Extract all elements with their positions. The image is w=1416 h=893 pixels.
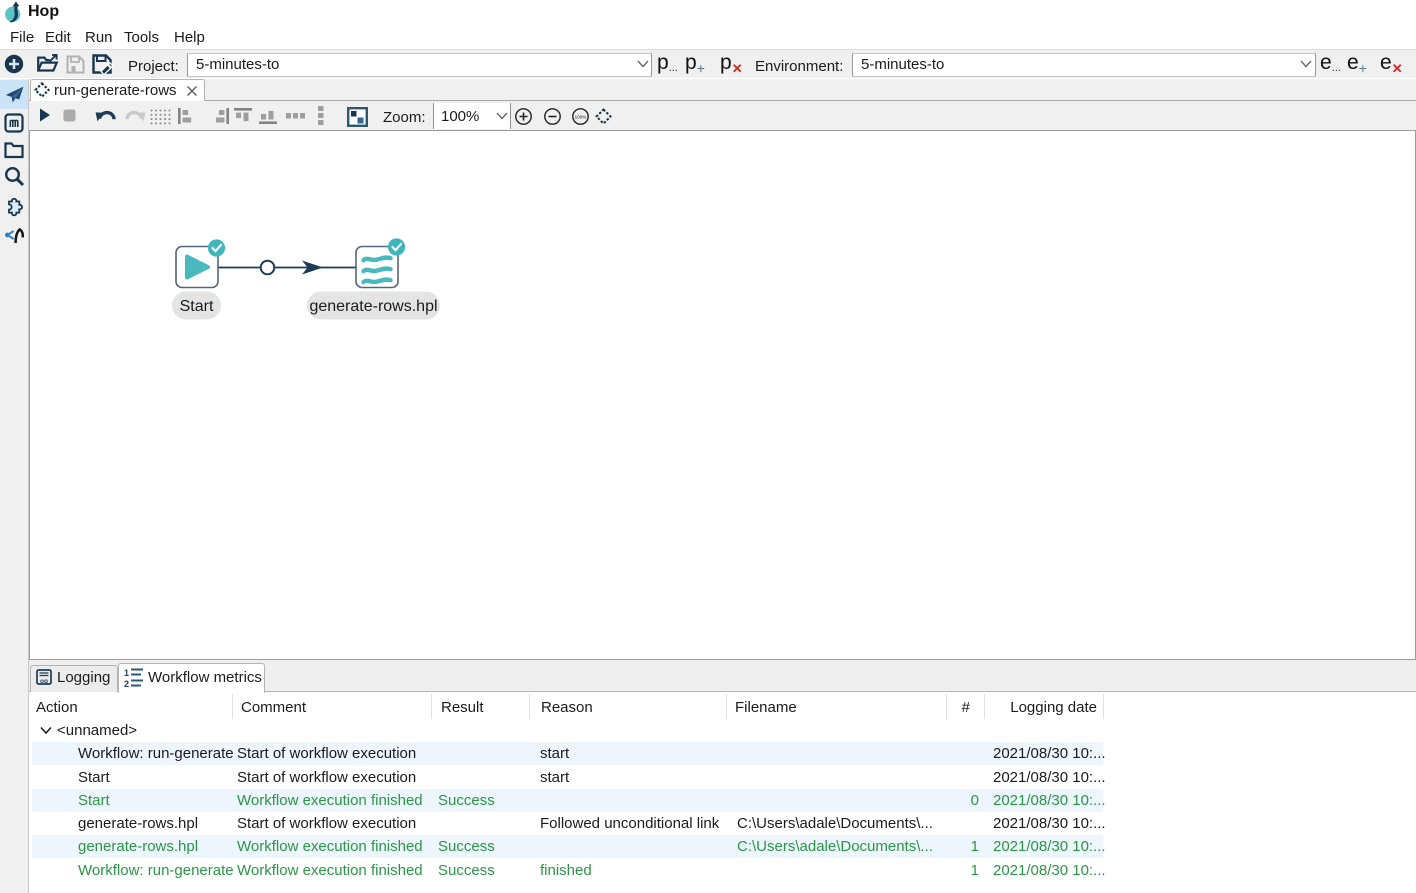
svg-text:1: 1 <box>124 668 129 678</box>
svg-text:Start: Start <box>180 298 214 315</box>
svg-text:generate-rows.hpl: generate-rows.hpl <box>309 298 437 315</box>
svg-text:og: og <box>40 678 48 685</box>
svg-text:100%: 100% <box>575 114 587 119</box>
svg-text:2: 2 <box>124 679 129 688</box>
